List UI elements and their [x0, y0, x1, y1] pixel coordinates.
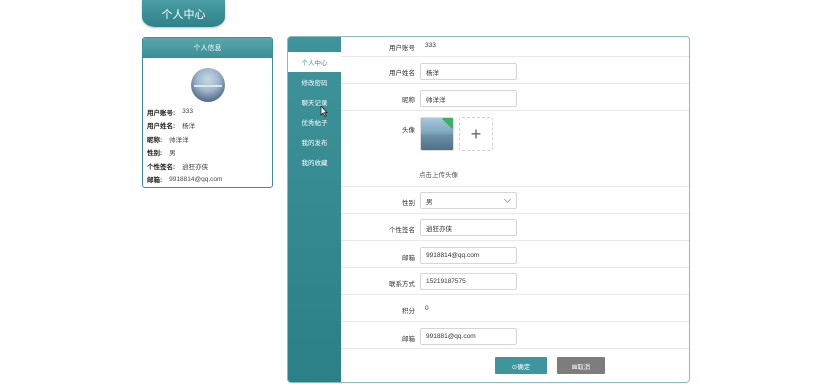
email2-label: 邮箱 — [402, 336, 415, 343]
info-key: 用户姓名: — [147, 123, 176, 131]
info-row-signature: 个性签名: 逍狂亦侠 — [147, 159, 272, 173]
uploaded-check-icon — [442, 118, 453, 129]
chevron-down-icon — [503, 195, 512, 204]
avatar-uploader: + — [341, 117, 689, 153]
form-row-name: 用户姓名 杨洋 — [341, 57, 689, 84]
info-row-account: 用户账号: 333 — [147, 105, 272, 119]
info-key: 性别: — [147, 150, 163, 158]
info-key: 昵称: — [147, 136, 163, 144]
email2-input[interactable]: 991881@qq.com — [420, 328, 517, 345]
points-label: 积分 — [402, 308, 415, 315]
info-key: 用户账号: — [147, 109, 176, 117]
sidebar-item-favorites[interactable]: 我的收藏 — [288, 152, 341, 172]
upload-plus-button[interactable]: + — [459, 117, 493, 151]
gender-selected-value: 男 — [426, 198, 433, 206]
points-value: 0 — [425, 305, 429, 312]
account-label: 用户账号 — [389, 45, 415, 52]
form-row-points: 积分 0 — [341, 295, 689, 322]
info-key: 邮箱: — [147, 177, 163, 185]
sidebar-item-profile[interactable]: 个人中心 — [288, 52, 341, 72]
sidebar-item-chat-history[interactable]: 聊天记录 — [288, 92, 341, 112]
profile-form-card: 个人中心 修改密码 聊天记录 优秀帖子 我的发布 我的收藏 用户账号 333 用… — [287, 36, 690, 383]
info-value: 9918814@qq.com — [169, 175, 223, 183]
sidebar: 个人中心 修改密码 聊天记录 优秀帖子 我的发布 我的收藏 — [288, 37, 341, 382]
info-row-gender: 性别: 男 — [147, 146, 272, 160]
sidebar-item-my-posts[interactable]: 我的发布 — [288, 132, 341, 152]
info-row-name: 用户姓名: 杨洋 — [147, 119, 272, 133]
profile-info-card: 个人信息 用户账号: 333 用户姓名: 杨洋 昵称: 帅洋洋 性别: 男 个性签名: 逍… — [142, 37, 273, 188]
email-input[interactable]: 9918814@qq.com — [420, 247, 517, 264]
upload-hint: 点击上传头像 — [419, 172, 458, 179]
phone-label: 联系方式 — [389, 281, 415, 288]
name-input[interactable]: 杨洋 — [420, 63, 517, 80]
info-value: 男 — [169, 150, 176, 158]
page-title-tab[interactable]: 个人中心 — [142, 0, 225, 27]
avatar-thumbnail[interactable] — [420, 117, 454, 151]
info-value: 333 — [182, 108, 194, 116]
phone-input[interactable]: 15219187575 — [420, 273, 517, 290]
signature-label: 个性签名 — [389, 227, 415, 234]
mouse-cursor-icon — [320, 106, 328, 117]
form-row-email: 邮箱 9918814@qq.com — [341, 241, 689, 268]
form-row-phone: 联系方式 15219187575 — [341, 268, 689, 295]
gender-select[interactable]: 男 — [420, 192, 517, 209]
info-list: 用户账号: 333 用户姓名: 杨洋 昵称: 帅洋洋 性别: 男 个性签名: 逍狂亦侠 邮… — [147, 105, 272, 186]
avatar — [191, 68, 225, 102]
account-value: 333 — [425, 42, 436, 49]
info-key: 个性签名: — [147, 163, 176, 171]
form-row-nickname: 昵称 帅洋洋 — [341, 84, 689, 111]
info-row-email: 邮箱: 9918814@qq.com — [147, 173, 272, 187]
info-value: 逍狂亦侠 — [182, 163, 209, 171]
sidebar-item-change-password[interactable]: 修改密码 — [288, 72, 341, 92]
form-row-account: 用户账号 333 — [341, 37, 689, 57]
name-label: 用户姓名 — [389, 70, 415, 77]
form-row-email-2: 邮箱 991881@qq.com — [341, 322, 689, 349]
sidebar-list: 个人中心 修改密码 聊天记录 优秀帖子 我的发布 我的收藏 — [288, 52, 341, 172]
nickname-input[interactable]: 帅洋洋 — [420, 90, 517, 107]
form-row-gender: 性别 男 — [341, 187, 689, 214]
form-row-signature: 个性签名 逍狂亦侠 — [341, 214, 689, 241]
signature-input[interactable]: 逍狂亦侠 — [420, 219, 517, 236]
cancel-button[interactable]: ⊠取消 — [557, 357, 605, 374]
confirm-button[interactable]: ⊙确定 — [495, 357, 547, 374]
gender-label: 性别 — [402, 200, 415, 207]
form-row-avatar: 头像 + 点击上传头像 — [341, 111, 689, 187]
email-label: 邮箱 — [402, 255, 415, 262]
info-row-nickname: 昵称: 帅洋洋 — [147, 132, 272, 146]
info-card-title: 个人信息 — [143, 38, 272, 58]
nickname-label: 昵称 — [402, 97, 415, 104]
info-value: 帅洋洋 — [169, 136, 189, 144]
sidebar-item-top-posts[interactable]: 优秀帖子 — [288, 112, 341, 132]
info-value: 杨洋 — [182, 123, 196, 131]
